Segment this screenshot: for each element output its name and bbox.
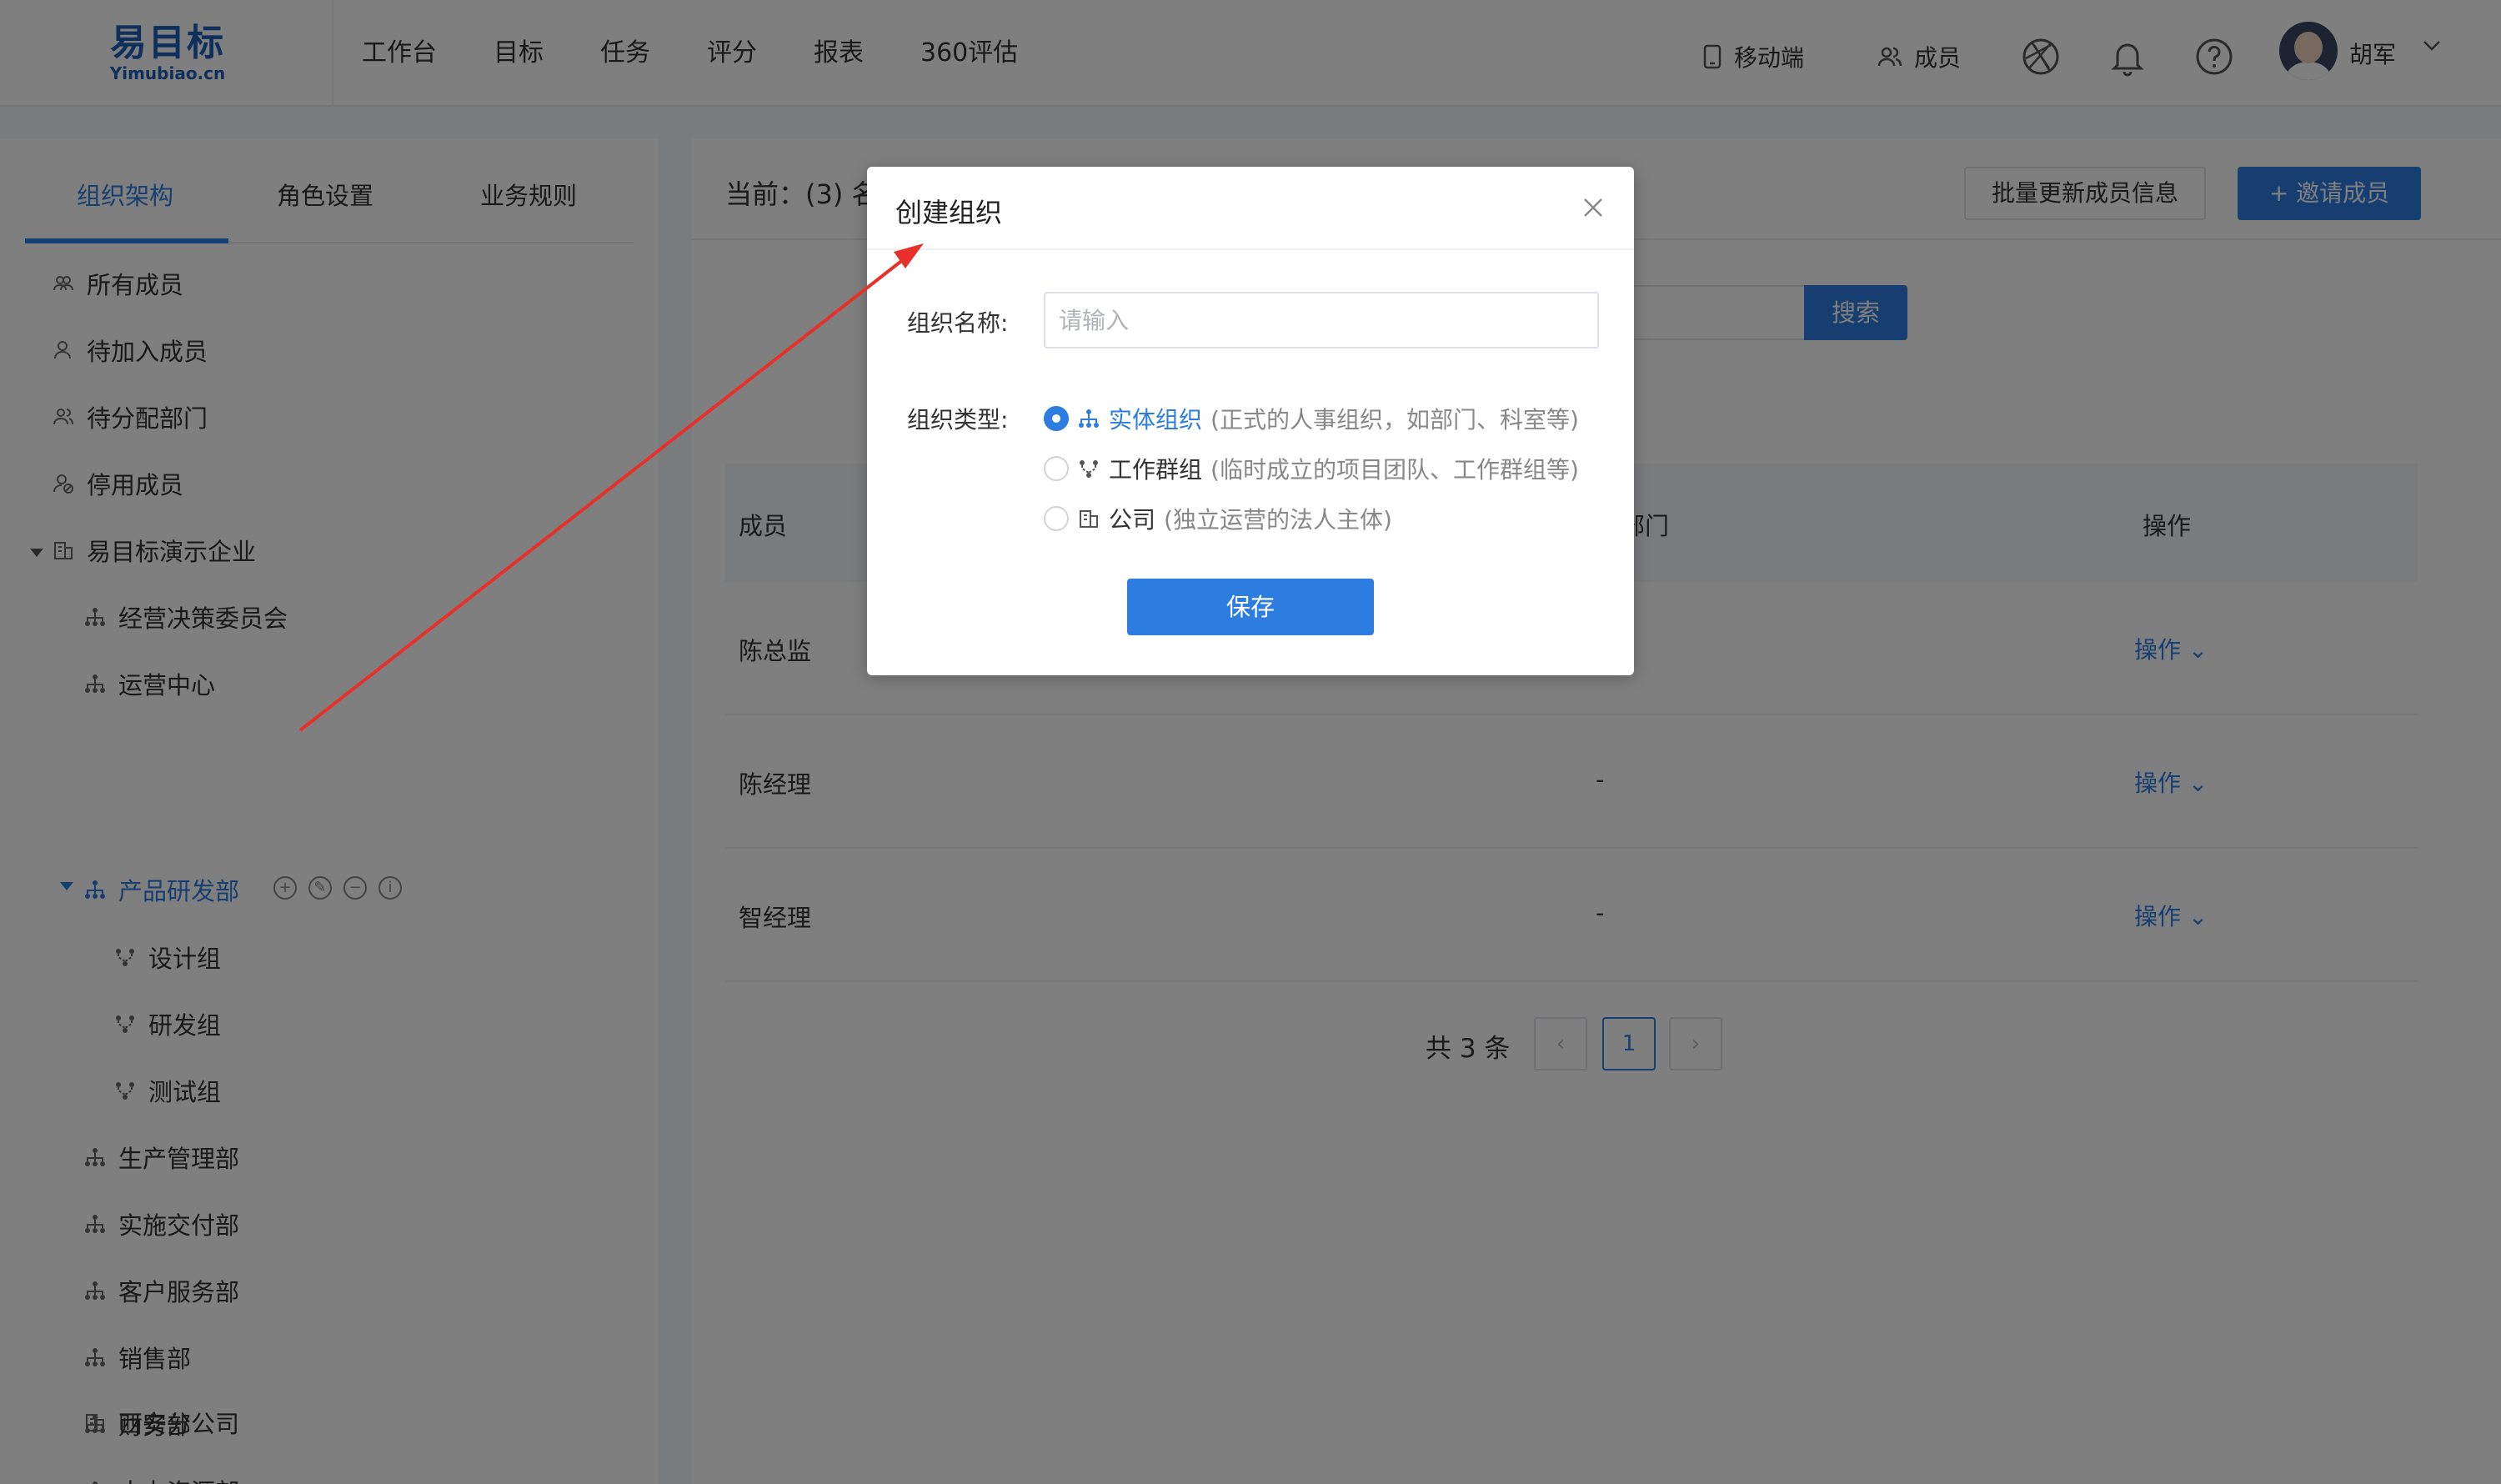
option-description: (正式的人事组织，如部门、科室等) [1210,406,1579,434]
org-name-input[interactable] [1044,292,1599,348]
option-description: (临时成立的项目团队、工作群组等) [1210,456,1579,484]
close-icon[interactable] [1581,195,1606,220]
radio-unselected[interactable] [1044,456,1069,481]
org-icon [1079,409,1099,428]
group-icon [1080,460,1098,478]
org-type-option-entity[interactable]: 实体组织 (正式的人事组织，如部门、科室等) [1044,402,1579,435]
save-button[interactable]: 保存 [1127,579,1374,635]
option-description: (独立运营的法人主体) [1164,506,1392,534]
option-label: 实体组织 [1109,406,1203,434]
org-type-option-workgroup[interactable]: 工作群组 (临时成立的项目团队、工作群组等) [1044,452,1579,485]
org-type-option-company[interactable]: 公司 (独立运营的法人主体) [1044,502,1392,535]
radio-selected[interactable] [1044,406,1069,431]
org-name-label: 组织名称: [907,309,1009,337]
divider [867,248,1634,250]
option-label: 公司 [1109,506,1156,534]
create-org-dialog: 创建组织 组织名称: 组织类型: 实体组织 (正式的人事组织，如部门、科室等) … [867,167,1634,675]
radio-unselected[interactable] [1044,506,1069,531]
building-icon [1080,510,1098,528]
dialog-title: 创建组织 [895,197,1003,228]
option-label: 工作群组 [1109,456,1203,484]
org-type-label: 组织类型: [907,406,1009,434]
